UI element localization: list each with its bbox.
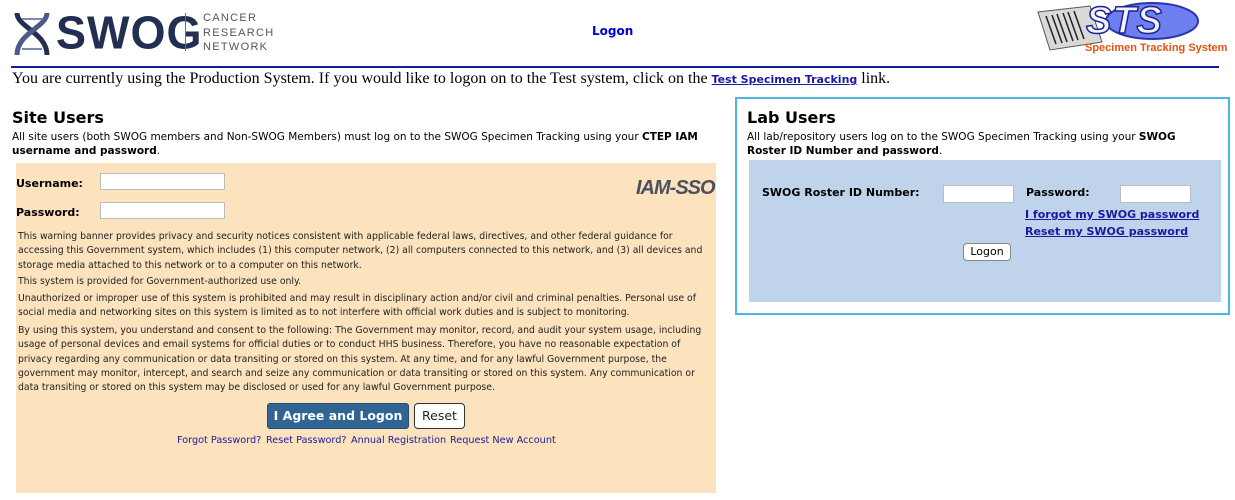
- site-desc-suffix: .: [156, 145, 161, 157]
- lab-users-description: All lab/repository users log on to the S…: [747, 130, 1217, 158]
- lab-password-input[interactable]: [1120, 185, 1191, 203]
- logo-wordmark: SWOG: [56, 6, 203, 59]
- header-divider: [11, 66, 1219, 68]
- logo-subtitle: CANCER RESEARCH NETWORK: [203, 12, 275, 53]
- iam-sso-logo: IAM-SSO: [636, 177, 716, 200]
- roster-id-input[interactable]: [943, 185, 1014, 203]
- production-notice: You are currently using the Production S…: [12, 70, 890, 88]
- password-label: Password:: [16, 206, 80, 219]
- agree-and-logon-button[interactable]: I Agree and Logon: [267, 403, 409, 429]
- sts-logo: STS Specimen Tracking System: [1030, 0, 1227, 60]
- dna-icon: [14, 12, 50, 56]
- page-title: Logon: [592, 24, 634, 38]
- annual-registration-link[interactable]: Annual Registration: [351, 435, 446, 446]
- test-specimen-tracking-link[interactable]: Test Specimen Tracking: [712, 73, 858, 86]
- username-input[interactable]: [100, 173, 225, 190]
- forgot-swog-password-link[interactable]: I forgot my SWOG password: [1025, 208, 1199, 221]
- warning-paragraph: By using this system, you understand and…: [18, 325, 702, 394]
- sts-logo-text: STS: [1085, 0, 1163, 43]
- reset-button[interactable]: Reset: [414, 403, 465, 429]
- warning-paragraph: This warning banner provides privacy and…: [18, 231, 703, 271]
- logo-divider: [185, 13, 186, 51]
- sts-logo-subtitle: Specimen Tracking System: [1085, 42, 1228, 54]
- password-input[interactable]: [100, 202, 225, 219]
- warning-paragraph: Unauthorized or improper use of this sys…: [18, 293, 697, 319]
- lab-desc-suffix: .: [938, 145, 943, 157]
- username-label: Username:: [16, 177, 83, 190]
- request-new-account-link[interactable]: Request New Account: [450, 435, 556, 446]
- site-desc-text: All site users (both SWOG members and No…: [12, 131, 642, 143]
- site-users-title: Site Users: [12, 108, 104, 127]
- lab-password-label: Password:: [1026, 186, 1090, 199]
- lab-logon-button[interactable]: Logon: [963, 243, 1011, 261]
- iam-sso-text: IAM-SSO: [636, 177, 716, 199]
- notice-text: You are currently using the Production S…: [12, 70, 712, 87]
- reset-swog-password-link[interactable]: Reset my SWOG password: [1025, 225, 1188, 238]
- site-users-description: All site users (both SWOG members and No…: [12, 130, 712, 158]
- roster-id-label: SWOG Roster ID Number:: [762, 186, 920, 199]
- reset-password-link[interactable]: Reset Password?: [266, 435, 347, 446]
- lab-users-title: Lab Users: [747, 108, 836, 127]
- warning-paragraph: This system is provided for Government-a…: [18, 276, 302, 287]
- notice-suffix: link.: [857, 70, 891, 87]
- lab-desc-text: All lab/repository users log on to the S…: [747, 131, 1139, 143]
- forgot-password-link[interactable]: Forgot Password?: [177, 435, 261, 446]
